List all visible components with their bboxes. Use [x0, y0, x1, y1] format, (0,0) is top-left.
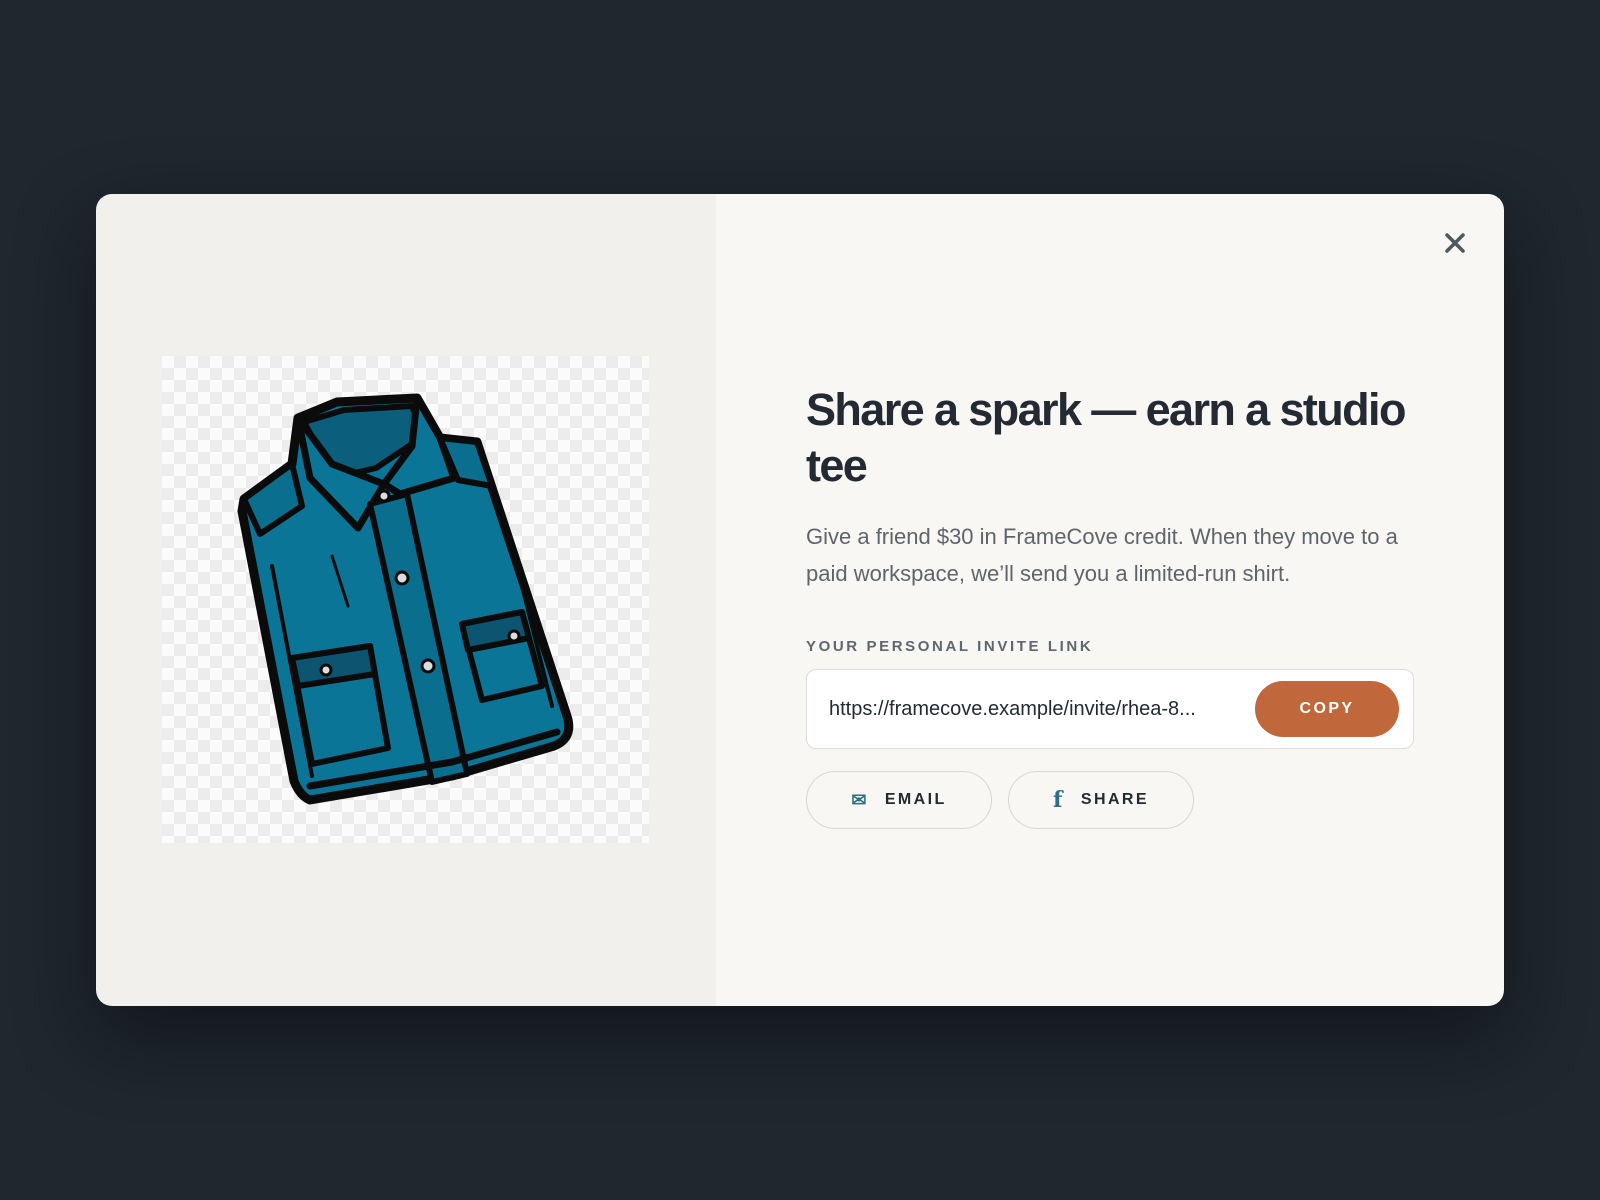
- share-options: ✉ EMAIL f SHARE: [806, 771, 1416, 829]
- invite-link-field: COPY: [806, 669, 1414, 749]
- invite-link-input[interactable]: [829, 697, 1235, 721]
- folded-shirt-illustration: [237, 393, 574, 805]
- modal-description: Give a friend $30 in FrameCove credit. W…: [806, 524, 1398, 586]
- product-image: [162, 356, 649, 843]
- referral-content: Share a spark — earn a studio tee Give a…: [806, 382, 1416, 829]
- share-button[interactable]: f SHARE: [1008, 771, 1194, 829]
- referral-content-pane: Share a spark — earn a studio tee Give a…: [716, 194, 1504, 1006]
- close-button[interactable]: [1440, 228, 1470, 258]
- email-button[interactable]: ✉ EMAIL: [806, 771, 992, 829]
- referral-modal: Share a spark — earn a studio tee Give a…: [96, 194, 1504, 1006]
- copy-button[interactable]: COPY: [1255, 681, 1399, 737]
- modal-backdrop: Share a spark — earn a studio tee Give a…: [0, 0, 1600, 1200]
- invite-link-label: YOUR PERSONAL INVITE LINK: [806, 638, 1094, 655]
- close-icon: [1445, 233, 1465, 253]
- modal-title: Share a spark — earn a studio tee: [806, 384, 1406, 491]
- email-button-label: EMAIL: [884, 791, 947, 808]
- envelope-icon: ✉: [851, 790, 869, 810]
- facebook-icon: f: [1053, 787, 1065, 813]
- share-button-label: SHARE: [1080, 791, 1149, 808]
- product-image-pane: [96, 194, 716, 1006]
